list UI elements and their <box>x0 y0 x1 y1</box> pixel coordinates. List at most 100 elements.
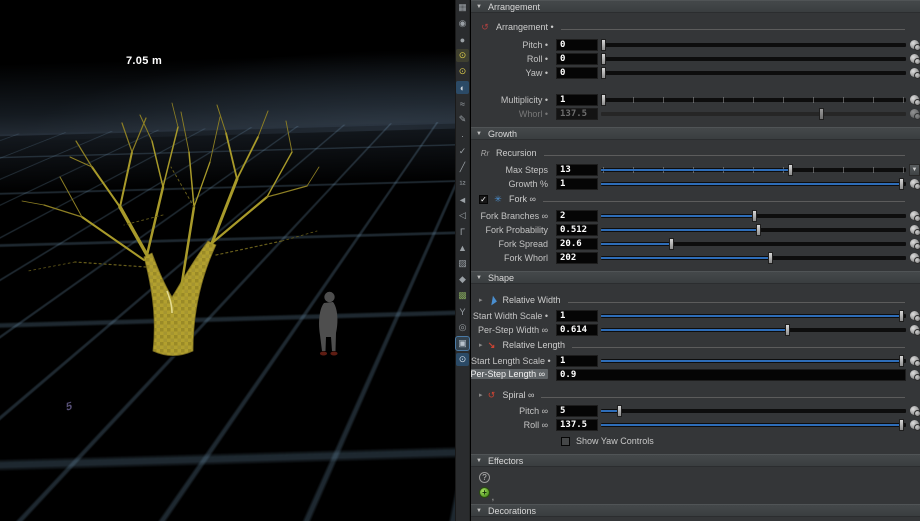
fork-whorl-input[interactable] <box>556 252 598 264</box>
display-options-icon[interactable]: ▦ <box>456 1 469 14</box>
param-row-per-step-length: Per-Step Length ∞ <box>471 368 920 382</box>
edit-tool-icon[interactable]: ✎ <box>456 113 469 126</box>
max-steps-slider[interactable]: ▼ <box>601 163 906 177</box>
material-ball-icon[interactable]: ● <box>456 33 469 46</box>
points-icon[interactable]: ◆ <box>456 273 469 286</box>
snapshot-icon[interactable]: ▣ <box>456 337 469 350</box>
expand-arrow-icon[interactable]: ▸ <box>479 296 483 304</box>
per-segment-icon[interactable] <box>910 356 919 365</box>
yaw-input[interactable] <box>556 67 598 79</box>
spiral-pitch-slider[interactable] <box>601 404 906 418</box>
per-segment-icon[interactable] <box>910 253 919 262</box>
camera-icon[interactable]: ◉ <box>456 17 469 30</box>
fork-branches-input[interactable] <box>556 210 598 222</box>
per-segment-icon[interactable] <box>910 370 919 379</box>
section-header-decorations[interactable]: ▼ Decorations <box>471 504 920 517</box>
show-yaw-controls-checkbox[interactable] <box>561 437 570 446</box>
spiral-roll-slider[interactable] <box>601 418 906 432</box>
pitch-input[interactable] <box>556 39 598 51</box>
growth-percent-slider[interactable] <box>601 177 906 191</box>
slider-handle[interactable] <box>899 419 904 431</box>
slider-handle[interactable] <box>601 53 606 65</box>
growth-percent-input[interactable] <box>556 178 598 190</box>
fork-whorl-slider[interactable] <box>601 251 906 265</box>
per-segment-icon[interactable] <box>910 325 919 334</box>
start-width-scale-input[interactable] <box>556 310 598 322</box>
slider-handle[interactable] <box>899 178 904 190</box>
per-segment-icon[interactable] <box>910 420 919 429</box>
viewport-light-icon[interactable]: ⊙ <box>456 353 469 366</box>
per-step-width-slider[interactable] <box>601 323 906 337</box>
wedge-outline-icon[interactable]: ◁ <box>456 209 469 222</box>
template-icon[interactable]: ▩ <box>456 289 469 302</box>
slider-handle[interactable] <box>785 324 790 336</box>
section-header-growth[interactable]: ▼ Growth <box>471 127 920 140</box>
handles-icon[interactable]: ≈ <box>456 97 469 110</box>
help-icon[interactable]: ? <box>479 472 490 483</box>
light-icon[interactable]: ⊙ <box>456 49 469 62</box>
spiral-roll-input[interactable] <box>556 419 598 431</box>
slider-handle[interactable] <box>669 238 674 250</box>
slider-handle[interactable] <box>601 94 606 106</box>
snap-icon[interactable]: ✓ <box>456 145 469 158</box>
per-segment-icon[interactable] <box>910 40 919 49</box>
fork-spread-slider[interactable] <box>601 237 906 251</box>
max-steps-input[interactable] <box>556 164 598 176</box>
slider-handle[interactable] <box>899 310 904 322</box>
section-header-effectors[interactable]: ▼ Effectors <box>471 454 920 467</box>
group-arrangement: ↺ Arrangement • <box>479 21 905 33</box>
per-step-width-input[interactable] <box>556 324 598 336</box>
ruler-corner-icon[interactable]: Γ <box>456 225 469 238</box>
scene-viewport[interactable]: 7.05 m 5 <box>0 0 455 521</box>
dot-icon[interactable]: · <box>456 129 469 142</box>
wire-fork-icon[interactable]: Y <box>456 305 469 318</box>
slider-handle[interactable] <box>768 252 773 264</box>
slider-handle[interactable] <box>756 224 761 236</box>
expand-arrow-icon[interactable]: ▸ <box>479 391 483 399</box>
pen-icon[interactable]: ╱ <box>456 161 469 174</box>
add-effector-button[interactable]: + <box>479 487 490 498</box>
fork-branches-slider[interactable] <box>601 209 906 223</box>
frame-count-icon[interactable]: ¹² <box>456 177 469 190</box>
start-length-scale-slider[interactable] <box>601 354 906 368</box>
fork-probability-input[interactable] <box>556 224 598 236</box>
slider-handle[interactable] <box>752 210 757 222</box>
start-width-scale-slider[interactable] <box>601 309 906 323</box>
record-icon[interactable]: ◎ <box>456 321 469 334</box>
fork-enable-checkbox[interactable]: ✓ <box>479 195 488 204</box>
yaw-slider[interactable] <box>601 66 906 80</box>
per-segment-icon[interactable] <box>910 406 919 415</box>
slider-handle[interactable] <box>899 355 904 367</box>
per-segment-icon[interactable] <box>910 311 919 320</box>
per-segment-icon[interactable] <box>910 54 919 63</box>
per-segment-icon[interactable] <box>910 211 919 220</box>
per-segment-icon[interactable] <box>910 95 919 104</box>
slider-handle[interactable] <box>617 405 622 417</box>
spiral-pitch-input[interactable] <box>556 405 598 417</box>
per-segment-icon[interactable] <box>910 239 919 248</box>
normals-icon[interactable]: ▲ <box>456 241 469 254</box>
slider-handle[interactable] <box>788 164 793 176</box>
fork-spread-input[interactable] <box>556 238 598 250</box>
max-steps-dropdown-button[interactable]: ▼ <box>909 164 920 176</box>
roll-slider[interactable] <box>601 52 906 66</box>
per-segment-icon[interactable] <box>910 179 919 188</box>
pitch-slider[interactable] <box>601 38 906 52</box>
param-row-start-length-scale: Start Length Scale • <box>471 354 920 368</box>
section-header-arrangement[interactable]: ▼ Arrangement <box>471 0 920 13</box>
multiplicity-slider[interactable] <box>601 93 906 107</box>
section-header-shape[interactable]: ▼ Shape <box>471 271 920 284</box>
multiplicity-input[interactable] <box>556 94 598 106</box>
roll-input[interactable] <box>556 53 598 65</box>
wedge-icon[interactable]: ◄ <box>456 193 469 206</box>
slider-handle[interactable] <box>601 67 606 79</box>
slider-handle[interactable] <box>601 39 606 51</box>
per-segment-icon[interactable] <box>910 225 919 234</box>
light-secondary-icon[interactable]: ⊙ <box>456 65 469 78</box>
expand-arrow-icon[interactable]: ▸ <box>479 341 483 349</box>
per-segment-icon[interactable] <box>910 68 919 77</box>
shading-mode-icon[interactable]: ◐ <box>456 81 469 94</box>
transparency-icon[interactable]: ▨ <box>456 257 469 270</box>
fork-probability-slider[interactable] <box>601 223 906 237</box>
start-length-scale-input[interactable] <box>556 355 598 367</box>
